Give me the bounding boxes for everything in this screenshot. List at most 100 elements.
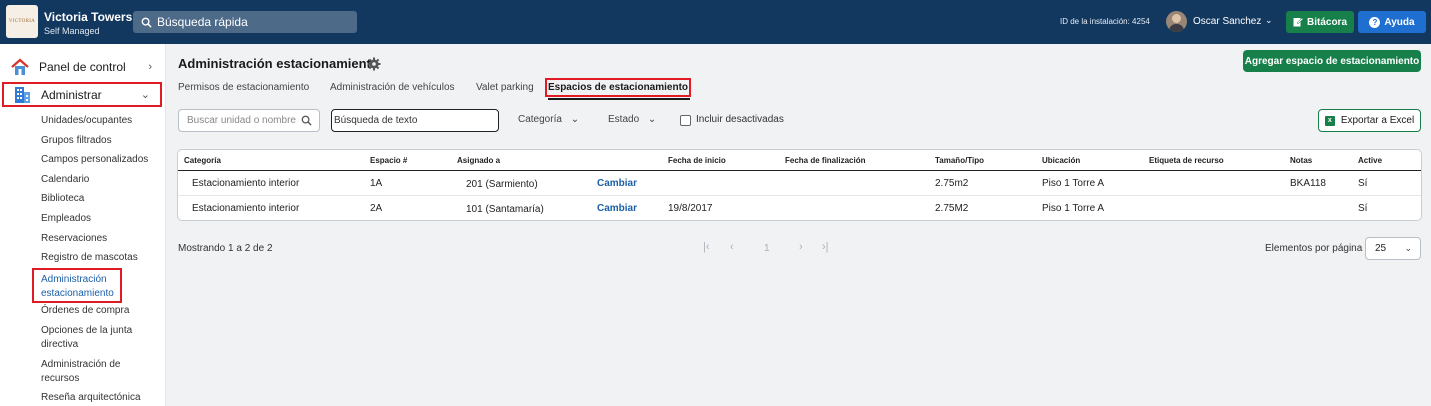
gear-icon[interactable] [367, 57, 381, 71]
page-number[interactable]: 1 [764, 243, 770, 254]
column-header-tamano[interactable]: Tamaño/Tipo [935, 156, 984, 165]
per-page-value: 25 [1375, 243, 1387, 254]
quick-search-placeholder: Búsqueda rápida [157, 15, 248, 29]
header-divider [178, 170, 1421, 171]
sidebar-item-campos[interactable]: Campos personalizados [41, 153, 148, 167]
column-header-ubicacion[interactable]: Ubicación [1042, 156, 1080, 165]
sidebar-item-panel[interactable]: Panel de control › [2, 54, 162, 79]
sidebar-item-empleados[interactable]: Empleados [41, 212, 91, 226]
include-inactive-label[interactable]: Incluir desactivadas [696, 114, 784, 125]
cell-asignado: 101 (Santamaría) [466, 204, 544, 215]
sidebar-item-recursos-line2[interactable]: recursos [41, 372, 79, 386]
sidebar-item-junta-line2[interactable]: directiva [41, 338, 78, 352]
search-icon [141, 17, 152, 28]
logo[interactable]: VICTORIA [6, 5, 38, 38]
page-title: Administración estacionamiento [178, 56, 379, 71]
chevron-down-icon: ⌄ [140, 89, 150, 101]
sidebar-item-resena[interactable]: Reseña arquitectónica [41, 391, 141, 405]
help-button[interactable]: ? Ayuda [1358, 11, 1426, 33]
cell-categoria: Estacionamiento interior [192, 178, 300, 189]
bitacora-button[interactable]: Bitácora [1286, 11, 1354, 33]
chevron-down-icon: ⌄ [570, 114, 580, 125]
sidebar-item-reservaciones[interactable]: Reservaciones [41, 232, 107, 246]
column-header-espacio[interactable]: Espacio # [370, 156, 407, 165]
user-name[interactable]: Oscar Sanchez [1193, 16, 1261, 27]
cell-ubicacion: Piso 1 Torre A [1042, 203, 1105, 214]
chevron-right-icon: › [148, 60, 152, 73]
category-dropdown[interactable]: Categoría ⌄ [518, 114, 579, 125]
per-page-select[interactable]: 25 ⌄ [1365, 237, 1421, 260]
unit-search-placeholder: Buscar unidad o nombre [187, 115, 296, 126]
text-search-input[interactable]: Búsqueda de texto [331, 109, 499, 132]
sidebar-item-mascotas[interactable]: Registro de mascotas [41, 251, 138, 265]
column-header-fin[interactable]: Fecha de finalización [785, 156, 865, 165]
help-label: Ayuda [1384, 16, 1415, 28]
chevron-down-icon: ⌄ [1404, 243, 1412, 253]
cell-active: Sí [1358, 203, 1368, 214]
cell-asignado: 201 (Sarmiento) [466, 179, 538, 190]
installation-id: ID de la instalación: 4254 [1060, 17, 1150, 26]
column-header-inicio[interactable]: Fecha de inicio [668, 156, 726, 165]
brand-subtitle: Self Managed [44, 26, 100, 36]
chevron-down-icon[interactable]: ⌄ [1265, 15, 1273, 26]
results-count: Mostrando 1 a 2 de 2 [178, 243, 273, 254]
sidebar-item-administrar[interactable]: Administrar ⌄ [2, 82, 162, 107]
change-link[interactable]: Cambiar [597, 178, 637, 189]
sidebar-item-estacionamiento[interactable]: Administración estacionamiento [32, 268, 122, 303]
cell-notas: BKA118 [1290, 178, 1326, 189]
first-page-icon[interactable]: |‹ [703, 241, 710, 253]
text-search-placeholder: Búsqueda de texto [334, 115, 418, 126]
column-header-active[interactable]: Active [1358, 156, 1382, 165]
parking-table: Categoría Espacio # Asignado a Fecha de … [177, 149, 1422, 221]
sidebar-item-calendario[interactable]: Calendario [41, 173, 89, 187]
sidebar-item-label: Administrar [41, 87, 102, 102]
cell-categoria: Estacionamiento interior [192, 203, 300, 214]
sidebar-item-ordenes[interactable]: Órdenes de compra [41, 304, 129, 318]
per-page-label: Elementos por página [1265, 243, 1363, 254]
change-link[interactable]: Cambiar [597, 203, 637, 214]
sidebar-item-junta[interactable]: Opciones de la junta [41, 324, 132, 338]
sidebar-item-unidades[interactable]: Unidades/ocupantes [41, 114, 132, 128]
home-icon [11, 58, 29, 75]
cell-espacio: 1A [370, 178, 383, 189]
add-parking-space-button[interactable]: Agregar espacio de estacionamiento [1243, 50, 1421, 72]
next-page-icon[interactable]: › [799, 241, 803, 253]
sidebar-item-recursos[interactable]: Administración de [41, 358, 120, 372]
include-inactive-checkbox[interactable] [680, 115, 691, 126]
sidebar-item-label: Panel de control [39, 59, 126, 74]
quick-search-input[interactable]: Búsqueda rápida [133, 11, 357, 33]
prev-page-icon[interactable]: ‹ [730, 241, 734, 253]
active-tab-indicator [548, 98, 690, 100]
tab-valet[interactable]: Valet parking [476, 82, 534, 93]
column-header-notas[interactable]: Notas [1290, 156, 1312, 165]
sidebar-item-biblioteca[interactable]: Biblioteca [41, 192, 84, 206]
column-header-categoria[interactable]: Categoría [184, 156, 221, 165]
sidebar: Panel de control › Administrar ⌄ Unidade… [0, 44, 166, 406]
last-page-icon[interactable]: ›| [822, 241, 829, 253]
tab-espacios[interactable]: Espacios de estacionamiento [545, 78, 691, 97]
top-bar: VICTORIA Victoria Towers Self Managed Bú… [0, 0, 1431, 44]
row-divider [178, 195, 1421, 196]
chevron-down-icon: ⌄ [647, 114, 657, 125]
status-dropdown[interactable]: Estado ⌄ [608, 114, 656, 125]
question-icon: ? [1369, 16, 1381, 28]
avatar[interactable] [1166, 11, 1187, 32]
unit-search-input[interactable]: Buscar unidad o nombre [178, 109, 320, 132]
bitacora-label: Bitácora [1306, 16, 1347, 28]
cell-espacio: 2A [370, 203, 383, 214]
export-label: Exportar a Excel [1340, 115, 1415, 126]
export-excel-button[interactable]: x Exportar a Excel [1318, 109, 1421, 132]
column-header-asignado[interactable]: Asignado a [457, 156, 500, 165]
category-dropdown-label: Categoría [518, 114, 562, 125]
brand-name: Victoria Towers [44, 10, 133, 24]
search-icon[interactable] [301, 115, 312, 126]
sidebar-item-grupos[interactable]: Grupos filtrados [41, 134, 112, 148]
column-header-etiqueta[interactable]: Etiqueta de recurso [1149, 156, 1224, 165]
tab-vehiculos[interactable]: Administración de vehículos [330, 82, 455, 93]
edit-icon [1293, 17, 1303, 27]
cell-inicio: 19/8/2017 [668, 203, 713, 214]
status-dropdown-label: Estado [608, 114, 640, 125]
tab-permisos[interactable]: Permisos de estacionamiento [178, 82, 309, 93]
cell-tamano: 2.75M2 [935, 203, 969, 214]
cell-ubicacion: Piso 1 Torre A [1042, 178, 1105, 189]
